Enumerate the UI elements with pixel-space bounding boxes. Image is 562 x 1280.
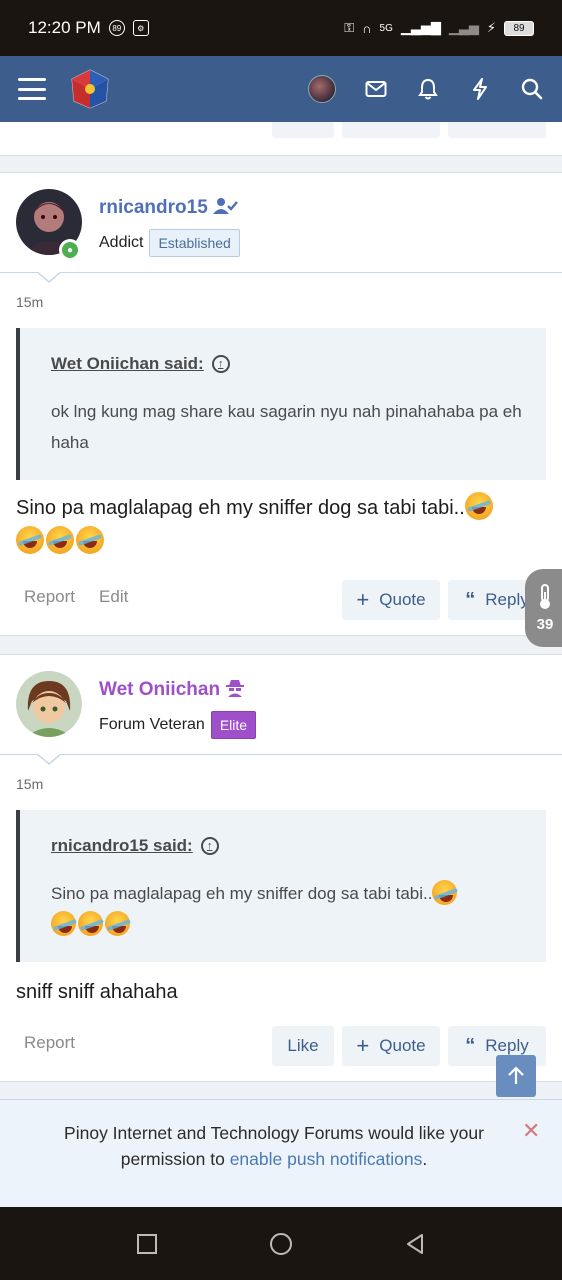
signal-2-icon: ▁▃▅ bbox=[448, 20, 479, 35]
app-bar bbox=[0, 56, 562, 122]
forum-logo[interactable] bbox=[68, 67, 112, 111]
rofl-emoji-icon bbox=[464, 492, 493, 520]
user-title: Addict bbox=[99, 234, 144, 251]
quote-author[interactable]: rnicandro15 said: bbox=[51, 836, 193, 856]
quote-mark-icon: “ bbox=[465, 588, 476, 611]
side-thread-widget[interactable]: 39 bbox=[525, 569, 562, 647]
thermometer-icon bbox=[540, 583, 550, 609]
quote-label: Quote bbox=[379, 1036, 426, 1055]
post-text: Sino pa maglalapag eh my sniffer dog sa … bbox=[16, 497, 465, 519]
rofl-emoji-icon bbox=[16, 526, 44, 554]
mail-icon[interactable] bbox=[364, 77, 388, 101]
quote-text-content: Sino pa maglalapag eh my sniffer dog sa … bbox=[51, 884, 433, 903]
bell-icon[interactable] bbox=[416, 77, 440, 101]
post-actions-left: Report Edit bbox=[24, 587, 128, 607]
quote-block: Wet Oniichan said: ↑ ok lng kung mag sha… bbox=[16, 328, 546, 480]
post-body: sniff sniff ahahaha bbox=[16, 981, 178, 1003]
quote-text: Sino pa maglalapag eh my sniffer dog sa … bbox=[51, 878, 526, 940]
notification-indicator: 89 bbox=[108, 20, 125, 36]
notice-text-after: . bbox=[422, 1149, 428, 1169]
username-link[interactable]: rnicandro15 bbox=[99, 197, 239, 219]
back-icon[interactable] bbox=[404, 1233, 426, 1255]
search-icon[interactable] bbox=[520, 77, 544, 101]
key-icon: ⚿ bbox=[344, 20, 355, 35]
quote-mark-icon: “ bbox=[465, 1034, 476, 1057]
arrow-up-icon bbox=[508, 1066, 524, 1084]
post-header-pointer bbox=[36, 753, 62, 765]
hamburger-icon[interactable] bbox=[18, 78, 46, 100]
post: ● rnicandro15 Addict Established 15m Wet… bbox=[0, 172, 562, 636]
rofl-emoji-icon bbox=[78, 911, 103, 936]
home-icon[interactable] bbox=[269, 1232, 293, 1256]
post: Wet Oniichan Forum Veteran Elite 15m rni… bbox=[0, 654, 562, 1082]
user-title-row: Addict Established bbox=[99, 229, 240, 257]
rofl-emoji-icon bbox=[46, 526, 74, 554]
quote-label: Quote bbox=[379, 590, 426, 609]
like-button[interactable]: Like bbox=[272, 1026, 334, 1066]
notice-text: Pinoy Internet and Technology Forums wou… bbox=[24, 1120, 524, 1172]
headset-icon: ∩ bbox=[362, 20, 372, 36]
reply-label: Reply bbox=[485, 1036, 529, 1055]
battery-icon: 89 bbox=[504, 20, 534, 36]
side-widget-count: 39 bbox=[536, 615, 554, 633]
jump-to-quote-icon[interactable]: ↑ bbox=[200, 837, 219, 855]
status-right: ⚿ ∩ 5G ▁▃▅▇ ▁▃▅ ⚡ 89 bbox=[344, 20, 534, 36]
rofl-emoji-icon bbox=[105, 911, 130, 936]
rofl-emoji-icon bbox=[432, 880, 458, 905]
previous-post-fragment bbox=[0, 122, 562, 156]
quote-author[interactable]: Wet Oniichan said: bbox=[51, 354, 204, 374]
plus-icon: + bbox=[356, 587, 370, 612]
post-timestamp[interactable]: 15m bbox=[16, 776, 43, 792]
app-indicator-icon: ⚙ bbox=[132, 20, 149, 36]
user-badge: Established bbox=[149, 229, 240, 257]
rofl-emoji-icon bbox=[76, 526, 104, 554]
recents-icon[interactable] bbox=[136, 1233, 158, 1255]
app-bar-icons bbox=[308, 75, 544, 103]
quote-author-link[interactable]: Wet Oniichan said: ↑ bbox=[51, 354, 230, 374]
quote-author-link[interactable]: rnicandro15 said: ↑ bbox=[51, 836, 219, 856]
edit-link[interactable]: Edit bbox=[99, 587, 128, 607]
enable-push-link[interactable]: enable push notifications bbox=[230, 1149, 423, 1169]
username[interactable]: rnicandro15 bbox=[99, 197, 208, 218]
post-header-pointer bbox=[36, 271, 62, 283]
signal-icon: ▁▃▅▇ bbox=[400, 20, 441, 35]
charging-icon: ⚡ bbox=[486, 20, 496, 35]
post-timestamp[interactable]: 15m bbox=[16, 294, 43, 310]
jump-to-quote-icon[interactable]: ↑ bbox=[211, 355, 230, 373]
network-label: 5G bbox=[379, 22, 393, 34]
verified-user-icon bbox=[213, 198, 238, 214]
username-link[interactable]: Wet Oniichan bbox=[99, 679, 245, 701]
username[interactable]: Wet Oniichan bbox=[99, 679, 220, 700]
status-time: 12:20 PM bbox=[28, 18, 101, 37]
online-status-icon: ● bbox=[59, 239, 81, 261]
report-link[interactable]: Report bbox=[24, 1033, 75, 1053]
post-body: Sino pa maglalapag eh my sniffer dog sa … bbox=[16, 491, 546, 559]
scroll-to-top-button[interactable] bbox=[496, 1055, 536, 1097]
close-icon[interactable]: ✕ bbox=[522, 1118, 540, 1144]
like-label: Like bbox=[287, 1036, 319, 1055]
bolt-icon[interactable] bbox=[468, 77, 492, 101]
quote-button[interactable]: + Quote bbox=[342, 1026, 440, 1066]
rofl-emoji-icon bbox=[51, 911, 76, 936]
spy-icon bbox=[226, 680, 245, 697]
quote-button[interactable]: + Quote bbox=[342, 580, 440, 620]
user-title: Forum Veteran bbox=[99, 716, 205, 733]
report-link[interactable]: Report bbox=[24, 587, 75, 607]
user-title-row: Forum Veteran Elite bbox=[99, 711, 257, 739]
push-notification-notice: Pinoy Internet and Technology Forums wou… bbox=[0, 1099, 562, 1207]
post-actions-left: Report bbox=[24, 1033, 75, 1053]
system-nav-bar bbox=[0, 1207, 562, 1280]
post-header: ● rnicandro15 Addict Established bbox=[0, 173, 562, 283]
post-header: Wet Oniichan Forum Veteran Elite bbox=[0, 655, 562, 765]
avatar[interactable] bbox=[16, 671, 82, 737]
quote-text: ok lng kung mag share kau sagarin nyu na… bbox=[51, 402, 522, 452]
user-avatar[interactable] bbox=[308, 75, 336, 103]
quote-block: rnicandro15 said: ↑ Sino pa maglalapag e… bbox=[16, 810, 546, 962]
reply-label: Reply bbox=[485, 590, 529, 609]
user-badge: Elite bbox=[210, 711, 257, 739]
status-bar: 12:20 PM 89 ⚙ ⚿ ∩ 5G ▁▃▅▇ ▁▃▅ ⚡ 89 bbox=[0, 0, 562, 56]
plus-icon: + bbox=[356, 1033, 370, 1058]
battery-level: 89 bbox=[513, 22, 525, 34]
